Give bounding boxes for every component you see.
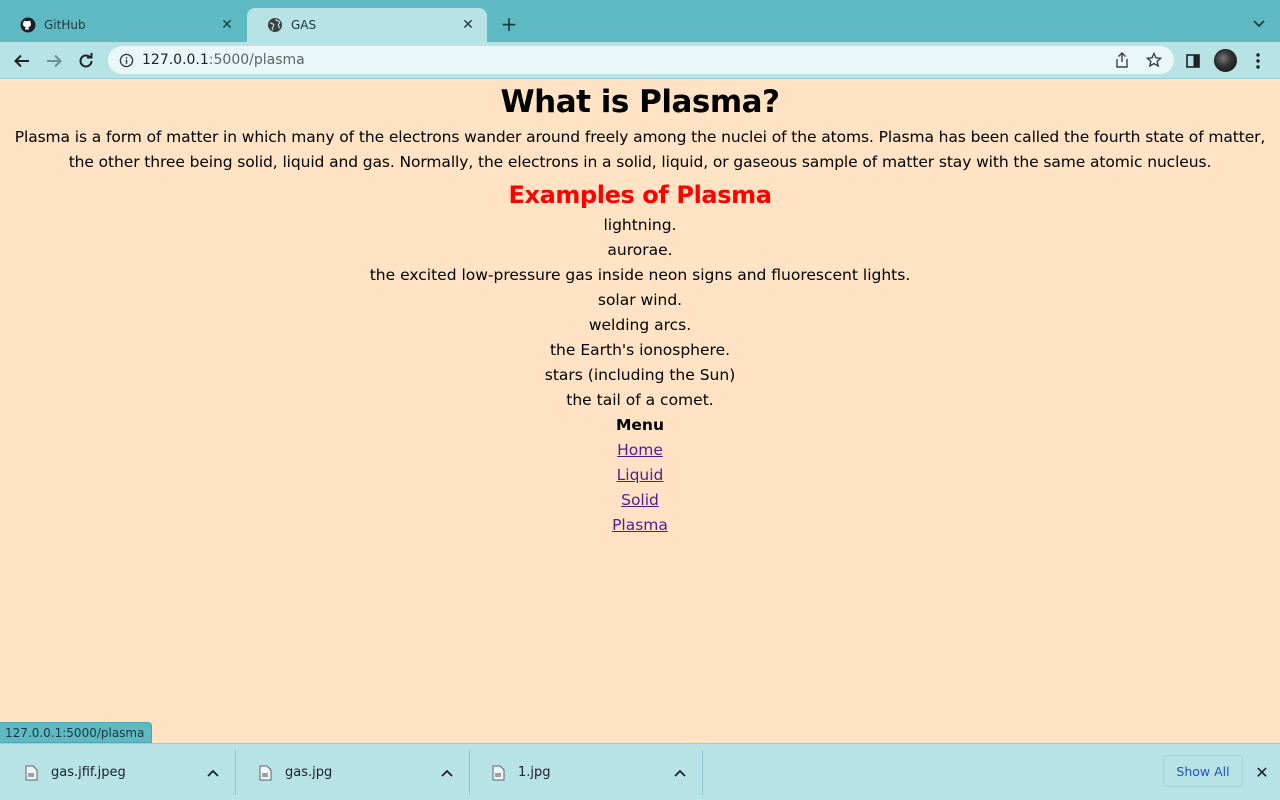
list-item: the tail of a comet. — [566, 391, 714, 409]
close-icon[interactable]: ✕ — [459, 16, 477, 34]
intro-paragraph: Plasma is a form of matter in which many… — [14, 128, 1266, 171]
tab-title: GitHub — [44, 18, 86, 32]
link-home[interactable]: Home — [617, 441, 663, 459]
close-icon[interactable]: ✕ — [218, 16, 236, 34]
tab-title: GAS — [291, 18, 317, 32]
download-name: gas.jpg — [285, 765, 333, 780]
page-title: What is Plasma? — [500, 84, 780, 120]
address-bar[interactable]: 127.0.0.1:5000/plasma — [108, 46, 1174, 74]
chevron-up-icon[interactable] — [670, 763, 690, 783]
forward-button[interactable] — [41, 48, 67, 74]
page-content: What is Plasma? Plasma is a form of matt… — [0, 79, 1280, 743]
file-icon — [257, 765, 273, 781]
new-tab-button[interactable]: + — [498, 12, 520, 36]
examples-list: lightning. aurorae. the excited low-pres… — [0, 213, 1280, 413]
menu-link-home: Home — [0, 438, 1280, 463]
avatar[interactable] — [1214, 49, 1237, 72]
browser-toolbar: 127.0.0.1:5000/plasma — [0, 42, 1280, 79]
list-item: aurorae. — [607, 241, 673, 259]
side-panel-button[interactable] — [1180, 48, 1206, 74]
tab-strip: GitHub ✕ GAS ✕ + — [0, 0, 1280, 42]
show-all-button[interactable]: Show All — [1163, 755, 1243, 787]
close-icon[interactable]: ✕ — [1252, 762, 1272, 782]
list-item: the Earth's ionosphere. — [549, 341, 731, 359]
more-vertical-icon — [1256, 53, 1260, 69]
file-icon — [23, 765, 39, 781]
menu-link-solid: Solid — [0, 488, 1280, 513]
menu-button[interactable] — [1245, 48, 1271, 74]
download-name: gas.jfif.jpeg — [51, 765, 126, 780]
link-solid[interactable]: Solid — [621, 491, 659, 509]
info-icon[interactable] — [118, 52, 134, 68]
tab-gas[interactable]: GAS ✕ — [247, 8, 487, 42]
chevron-down-icon[interactable] — [1250, 14, 1268, 32]
reload-icon — [79, 53, 93, 68]
side-panel-icon — [1186, 54, 1200, 68]
reload-button[interactable] — [73, 48, 99, 74]
status-url: 127.0.0.1:5000/plasma — [0, 722, 153, 743]
list-item: stars (including the Sun) — [544, 366, 736, 384]
arrow-left-icon — [14, 54, 29, 68]
download-shelf: gas.jfif.jpeg gas.jpg 1.jpg Show All ✕ — [0, 743, 1280, 800]
url-host: 127.0.0.1 — [142, 52, 209, 68]
back-button[interactable] — [9, 48, 35, 74]
menu-link-plasma: Plasma — [0, 513, 1280, 538]
url-path: :5000/plasma — [208, 52, 305, 68]
download-item[interactable]: gas.jpg — [237, 750, 470, 795]
menu-links: Home Liquid Solid Plasma — [0, 438, 1280, 538]
download-name: 1.jpg — [518, 765, 551, 780]
globe-icon — [267, 17, 283, 33]
list-item: lightning. — [603, 216, 677, 234]
link-plasma[interactable]: Plasma — [612, 516, 668, 534]
download-item[interactable]: gas.jfif.jpeg — [3, 750, 236, 795]
menu-title: Menu — [615, 416, 664, 434]
download-item[interactable]: 1.jpg — [470, 750, 703, 795]
chevron-up-icon[interactable] — [437, 763, 457, 783]
list-item: the excited low-pressure gas inside neon… — [369, 266, 911, 284]
examples-heading: Examples of Plasma — [508, 181, 772, 209]
menu-link-liquid: Liquid — [0, 463, 1280, 488]
list-item: solar wind. — [597, 291, 683, 309]
tab-github[interactable]: GitHub ✕ — [0, 8, 246, 42]
file-icon — [490, 765, 506, 781]
star-icon[interactable] — [1140, 46, 1168, 74]
chevron-up-icon[interactable] — [203, 763, 223, 783]
link-liquid[interactable]: Liquid — [617, 466, 664, 484]
arrow-right-icon — [47, 54, 62, 68]
github-icon — [20, 17, 36, 33]
list-item: welding arcs. — [588, 316, 692, 334]
share-icon[interactable] — [1108, 46, 1136, 74]
